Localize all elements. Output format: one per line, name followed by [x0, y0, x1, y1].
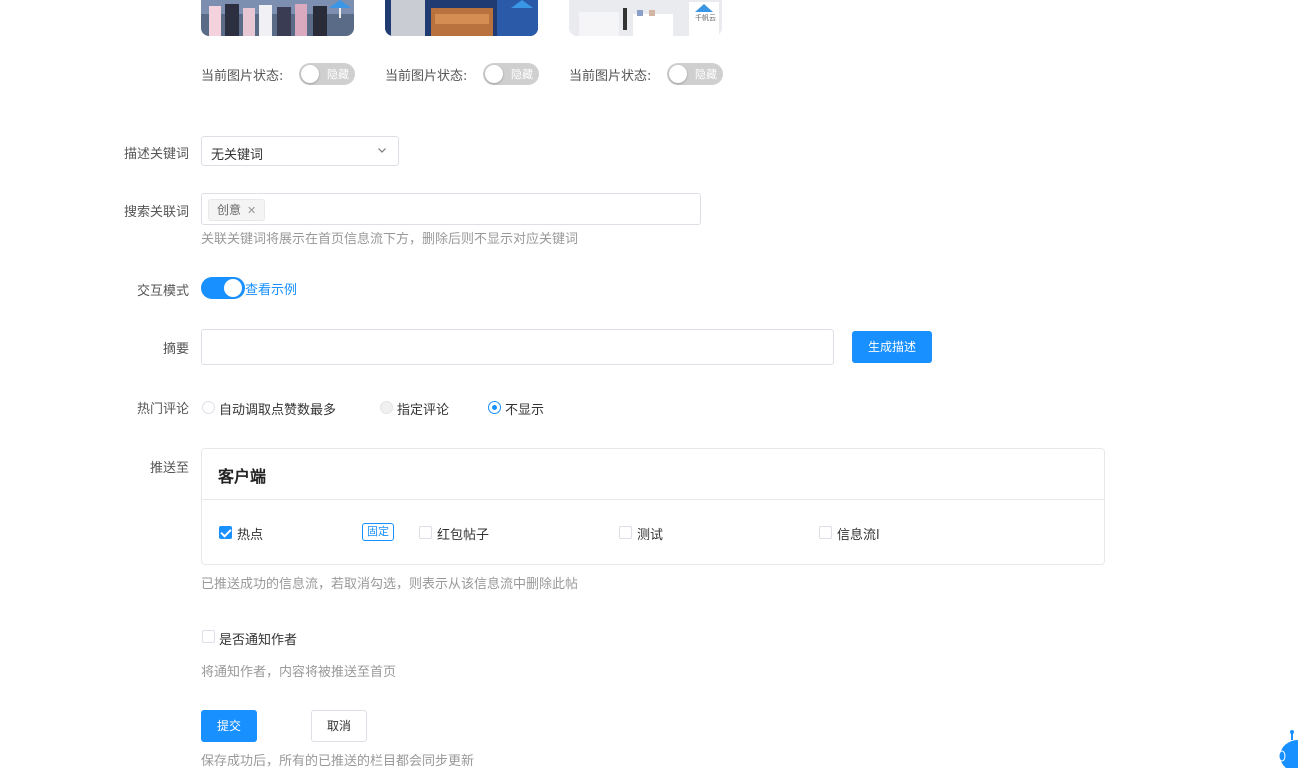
toggle-knob: [224, 279, 242, 297]
toggle-knob: [485, 65, 503, 83]
push-hint: 已推送成功的信息流，若取消勾选，则表示从该信息流中删除此帖: [201, 577, 579, 592]
close-icon[interactable]: ✕: [247, 204, 256, 217]
keyword-select[interactable]: 无关键词: [201, 136, 399, 166]
toggle-text: 隐藏: [511, 68, 533, 81]
cancel-button[interactable]: 取消: [311, 710, 367, 742]
related-word-tag-text: 创意: [217, 203, 242, 217]
related-word-tag: 创意 ✕: [208, 199, 266, 221]
toggle-text: 隐藏: [695, 68, 717, 81]
photo-crowd: [201, 0, 354, 36]
panel-divider: [202, 499, 1104, 500]
summary-label: 摘要: [162, 342, 189, 357]
submit-button[interactable]: 提交: [201, 710, 257, 742]
image-visibility-toggle-3[interactable]: 隐藏: [667, 63, 723, 85]
push-to-label: 推送至: [149, 461, 189, 476]
push-label-feed[interactable]: 信息流l: [837, 524, 880, 543]
image-status-label-2: 当前图片状态:: [385, 69, 468, 84]
notify-hint: 将通知作者，内容将被推送至首页: [201, 665, 397, 680]
push-checkbox-feed[interactable]: [819, 526, 832, 539]
related-words-hint: 关联关键词将展示在首页信息流下方，删除后则不显示对应关键词: [201, 232, 579, 247]
panel-title: 客户端: [218, 467, 267, 486]
image-status-label-1: 当前图片状态:: [201, 69, 284, 84]
hot-comment-option-auto[interactable]: 自动调取点赞数最多: [219, 399, 336, 418]
generate-description-button[interactable]: 生成描述: [852, 331, 932, 363]
hot-comment-option-hide[interactable]: 不显示: [505, 399, 544, 418]
hot-comment-option-specify[interactable]: 指定评论: [397, 399, 449, 418]
push-checkbox-hot[interactable]: [219, 526, 232, 539]
hot-comment-radio-hide[interactable]: [488, 401, 501, 414]
push-label-test[interactable]: 测试: [637, 524, 663, 543]
hot-comment-radio-specify[interactable]: [380, 401, 393, 414]
interaction-mode-label: 交互模式: [136, 284, 189, 299]
related-words-label: 搜索关联词: [123, 205, 189, 220]
push-checkbox-test[interactable]: [619, 526, 632, 539]
keyword-label: 描述关键词: [123, 147, 189, 162]
related-words-input[interactable]: 创意 ✕: [201, 193, 701, 225]
save-hint: 保存成功后，所有的已推送的栏目都会同步更新: [201, 754, 475, 769]
image-status-label-3: 当前图片状态:: [569, 69, 652, 84]
image-visibility-toggle-1[interactable]: 隐藏: [299, 63, 355, 85]
push-label-hot[interactable]: 热点: [237, 524, 263, 543]
notify-author-label[interactable]: 是否通知作者: [219, 629, 297, 648]
view-example-link[interactable]: 查看示例: [245, 279, 297, 298]
image-thumbnail-3[interactable]: 千帆云: [569, 0, 722, 36]
toggle-text: 隐藏: [327, 68, 349, 81]
photo-booth: [385, 0, 538, 36]
interaction-mode-toggle[interactable]: [201, 277, 245, 299]
hot-comment-label: 热门评论: [136, 402, 189, 417]
chevron-down-icon: [378, 148, 386, 153]
image-thumbnail-2[interactable]: [385, 0, 538, 36]
summary-input[interactable]: [201, 329, 834, 365]
push-client-panel: 客户端 热点 固定 红包帖子 测试 信息流l: [201, 448, 1105, 565]
toggle-knob: [669, 65, 687, 83]
assistant-bot-icon[interactable]: [1276, 728, 1298, 768]
push-checkbox-red-packet[interactable]: [419, 526, 432, 539]
toggle-knob: [301, 65, 319, 83]
fixed-badge: 固定: [362, 523, 394, 541]
keyword-select-value: 无关键词: [211, 148, 264, 163]
notify-author-checkbox[interactable]: [202, 630, 215, 643]
image-thumbnail-1[interactable]: [201, 0, 354, 36]
push-label-red-packet[interactable]: 红包帖子: [437, 524, 489, 543]
watermark-text: 千帆云: [695, 14, 716, 22]
hot-comment-radio-auto[interactable]: [202, 401, 215, 414]
image-visibility-toggle-2[interactable]: 隐藏: [483, 63, 539, 85]
